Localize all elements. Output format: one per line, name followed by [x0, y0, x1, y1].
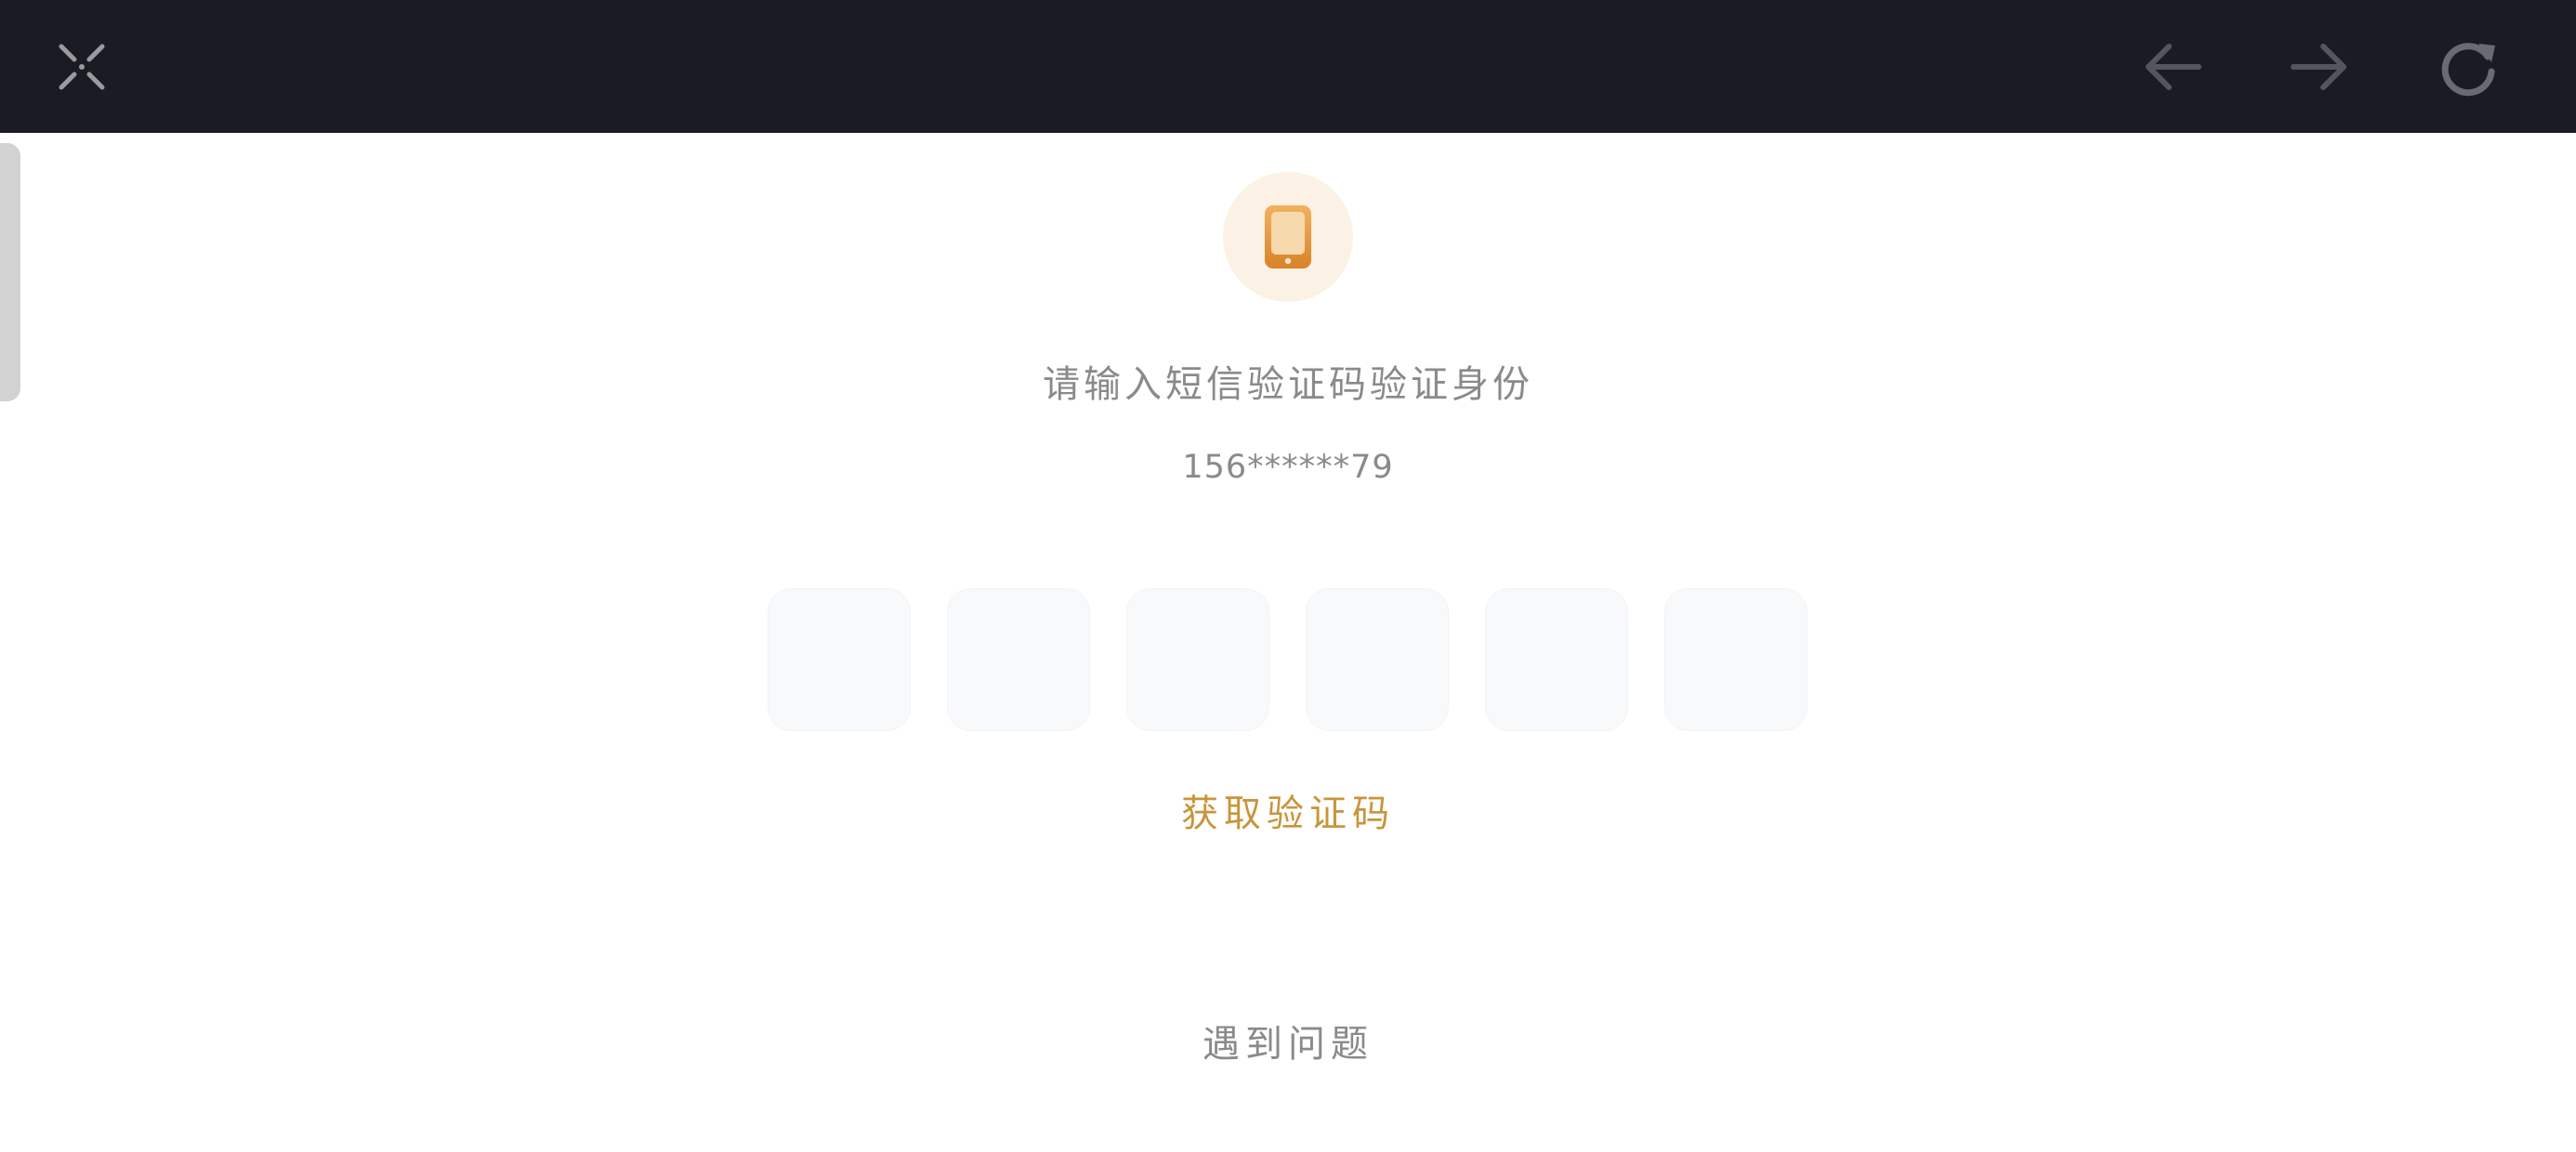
code-digit-input-6[interactable]: [1664, 588, 1807, 731]
refresh-button[interactable]: [2435, 33, 2502, 100]
smartphone-icon: [1265, 205, 1311, 268]
forward-button[interactable]: [2286, 33, 2353, 100]
arrow-right-icon: [2291, 44, 2346, 90]
code-digit-input-2[interactable]: [947, 588, 1090, 731]
close-x-icon: [59, 44, 105, 90]
code-digit-input-3[interactable]: [1126, 588, 1269, 731]
close-button[interactable]: [48, 33, 115, 100]
masked-phone-number: 156******79: [1182, 449, 1394, 486]
top-toolbar: [0, 0, 2576, 133]
arrow-left-icon: [2146, 44, 2201, 90]
sms-verification-panel: 请输入短信验证码验证身份 156******79 获取验证码 遇到问题: [0, 133, 2576, 1152]
phone-badge: [1223, 172, 1353, 302]
get-code-button[interactable]: 获取验证码: [0, 783, 2576, 837]
code-digit-input-5[interactable]: [1485, 588, 1628, 731]
code-digit-input-1[interactable]: [768, 588, 911, 731]
verification-title: 请输入短信验证码验证身份: [1043, 363, 1533, 406]
refresh-icon: [2441, 43, 2495, 97]
code-digit-input-4[interactable]: [1306, 588, 1449, 731]
code-input-row: [768, 588, 1808, 733]
back-button[interactable]: [2139, 33, 2206, 100]
help-link[interactable]: 遇到问题: [0, 1014, 2576, 1067]
